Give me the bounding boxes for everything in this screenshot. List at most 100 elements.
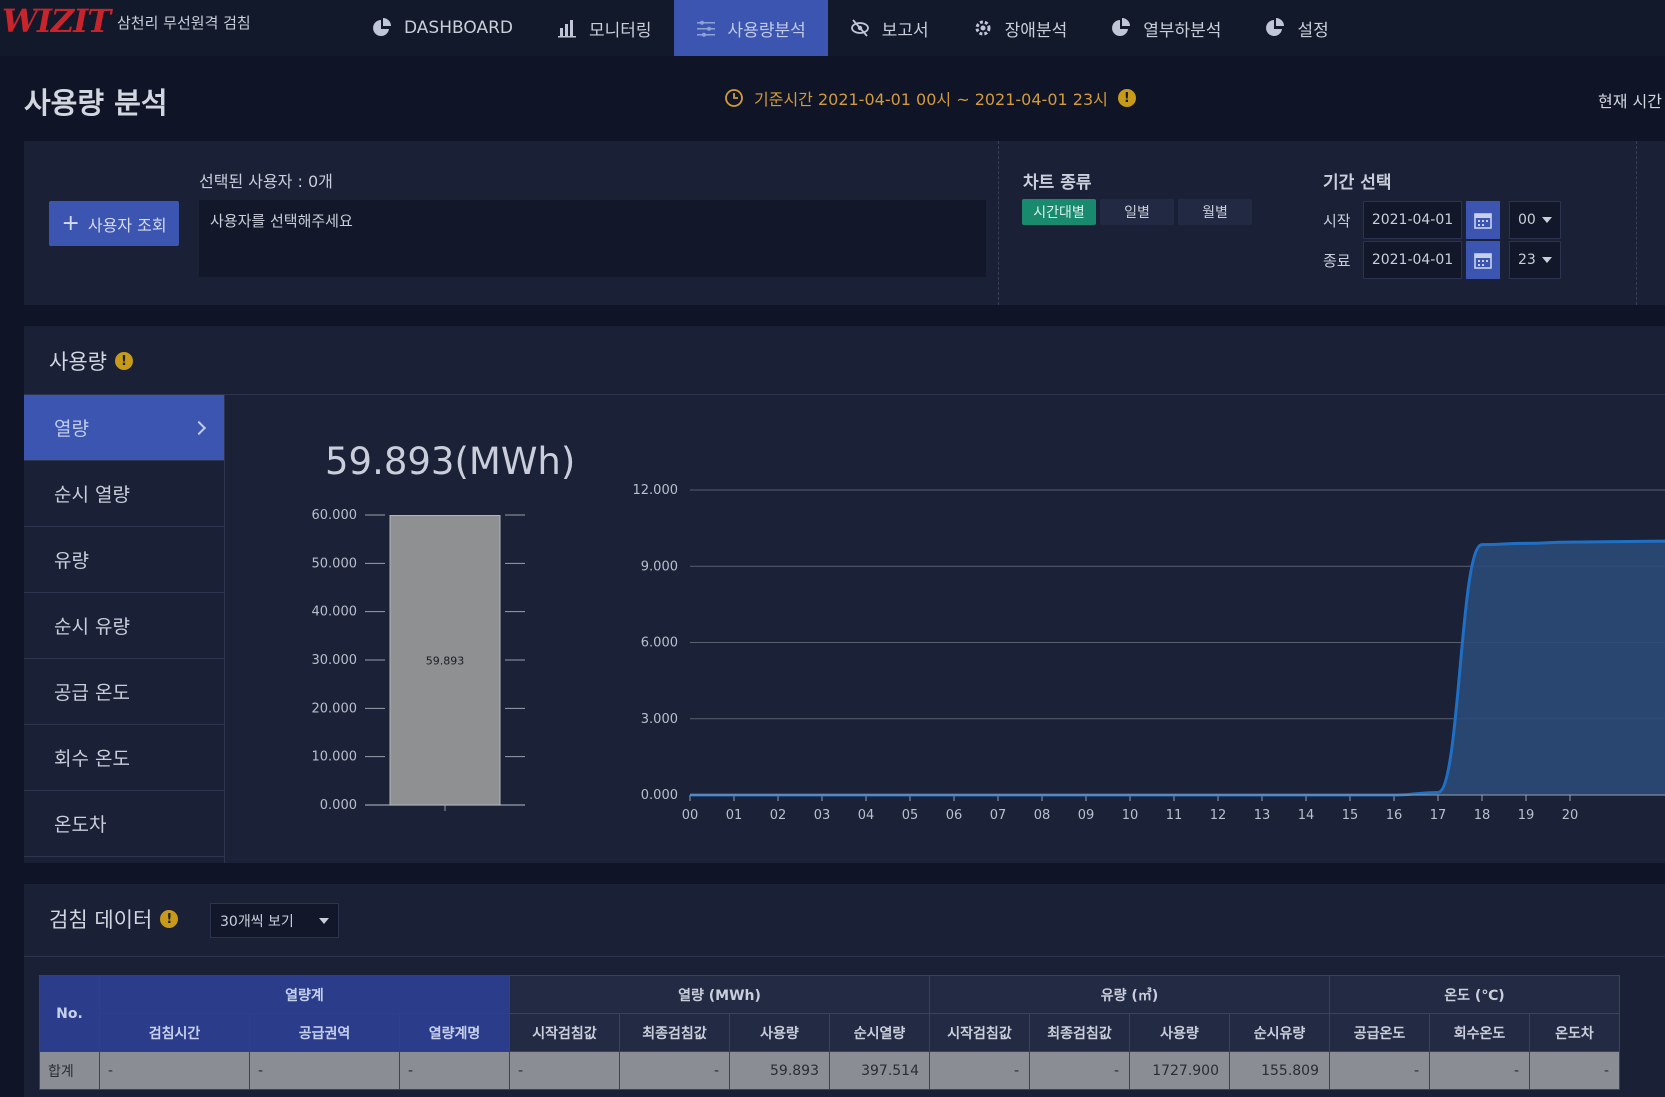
start-hour-select[interactable]: 00 — [1509, 201, 1561, 239]
main-nav: DASHBOARD 모니터링 사용량분석 보고서 장애분석 열부하분석 설정 — [350, 0, 1351, 56]
table-cell: - — [249, 1051, 400, 1090]
y-tick-label: 9.000 — [641, 559, 678, 574]
x-tick-label: 17 — [1430, 808, 1447, 823]
col-supply-area: 공급권역 — [249, 1013, 400, 1052]
table-cell: 1727.900 — [1129, 1051, 1230, 1090]
end-calendar-button[interactable] — [1466, 241, 1500, 279]
table-cell: - — [399, 1051, 510, 1090]
caret-down-icon — [1542, 257, 1552, 263]
x-tick-label: 13 — [1254, 808, 1271, 823]
pie-icon — [1112, 18, 1131, 36]
caret-down-icon — [319, 917, 329, 924]
bar-data-label: 59.893 — [426, 654, 465, 667]
logo[interactable]: WIZIT — [2, 2, 111, 40]
table-cell: - — [509, 1051, 620, 1090]
table-row[interactable]: 합계 - - - - - 59.893 397.514 - - 1727.900… — [39, 1051, 1620, 1090]
gear-icon — [975, 20, 991, 36]
col-temp-diff: 온도차 — [1529, 1013, 1620, 1052]
x-tick-label: 18 — [1474, 808, 1491, 823]
start-calendar-button[interactable] — [1466, 201, 1500, 239]
usage-section-title: 사용량 ! — [49, 346, 133, 376]
y-tick-label: 6.000 — [641, 636, 678, 651]
page-size-select[interactable]: 30개씩 보기 — [210, 903, 339, 938]
metric-heat[interactable]: 열량 — [24, 395, 224, 461]
nav-label: 열부하분석 — [1143, 20, 1222, 41]
info-icon[interactable]: ! — [1117, 89, 1136, 107]
period-label: 기간 선택 — [1323, 173, 1392, 193]
col-instant-flow: 순시유량 — [1229, 1013, 1330, 1052]
sliders-icon — [696, 20, 715, 37]
metric-temp-diff[interactable]: 온도차 — [24, 791, 224, 857]
divider — [24, 956, 1665, 957]
col-supply-temp: 공급온도 — [1329, 1013, 1430, 1052]
pie-icon — [1266, 18, 1285, 36]
col-meter-name: 열량계명 — [399, 1013, 510, 1052]
chart-type-label: 차트 종류 — [1023, 173, 1092, 193]
end-date-input[interactable]: 2021-04-01 — [1363, 241, 1462, 279]
group-heatmeter: 열량계 — [99, 975, 510, 1014]
metric-supply-temp[interactable]: 공급 온도 — [24, 659, 224, 725]
end-hour-select[interactable]: 23 — [1509, 241, 1561, 279]
table-cell: 59.893 — [729, 1051, 830, 1090]
divider — [1636, 141, 1637, 305]
x-tick-label: 05 — [902, 808, 919, 823]
table-cell: 합계 — [39, 1051, 100, 1090]
calendar-icon — [1474, 213, 1492, 229]
metric-label: 열량 — [54, 418, 89, 440]
x-tick-label: 08 — [1034, 808, 1051, 823]
start-date-input[interactable]: 2021-04-01 — [1363, 201, 1462, 239]
nav-settings[interactable]: 설정 — [1243, 0, 1350, 56]
usage-title-text: 사용량 — [49, 350, 107, 374]
start-hour-value: 00 — [1518, 212, 1536, 228]
y-tick-label: 20.000 — [312, 701, 358, 716]
y-tick-label: 50.000 — [312, 556, 358, 571]
nav-fault-analysis[interactable]: 장애분석 — [951, 0, 1090, 56]
nav-dashboard[interactable]: DASHBOARD — [350, 0, 535, 56]
chart-type-daily[interactable]: 일별 — [1100, 199, 1174, 225]
x-tick-label: 01 — [726, 808, 743, 823]
meter-data-panel: 검침 데이터 ! 30개씩 보기 No. 열량계 열량 (MWh) 유량 (㎥)… — [24, 884, 1665, 1097]
nav-label: 사용량분석 — [727, 20, 806, 41]
reference-time: 기준시간 2021-04-01 00시 ~ 2021-04-01 23시 ! — [724, 86, 1136, 110]
hourly-area-chart: 0.000 3.000 6.000 9.000 12.000 00 01 02 03 04 05 06… — [633, 483, 1665, 823]
selected-users-box[interactable]: 사용자를 선택해주세요 — [199, 200, 986, 277]
nav-label: DASHBOARD — [404, 18, 513, 38]
user-search-button[interactable]: + 사용자 조회 — [49, 201, 179, 246]
x-tick-label: 11 — [1166, 808, 1183, 823]
x-tick-label: 16 — [1386, 808, 1403, 823]
metric-return-temp[interactable]: 회수 온도 — [24, 725, 224, 791]
page-title: 사용량 분석 — [24, 86, 168, 120]
y-tick-label: 30.000 — [312, 653, 358, 668]
nav-label: 설정 — [1297, 20, 1329, 41]
table-cell: 155.809 — [1229, 1051, 1330, 1090]
page-size-value: 30개씩 보기 — [220, 913, 294, 930]
metric-label: 공급 온도 — [54, 682, 130, 704]
metric-label: 순시 유량 — [54, 616, 130, 638]
chart-type-monthly[interactable]: 월별 — [1178, 199, 1252, 225]
x-tick-label: 07 — [990, 808, 1007, 823]
nav-heat-load-analysis[interactable]: 열부하분석 — [1089, 0, 1243, 56]
metric-instant-flow[interactable]: 순시 유량 — [24, 593, 224, 659]
nav-report[interactable]: 보고서 — [828, 0, 951, 56]
nav-monitoring[interactable]: 모니터링 — [535, 0, 674, 56]
metric-instant-heat[interactable]: 순시 열량 — [24, 461, 224, 527]
x-tick-label: 19 — [1518, 808, 1535, 823]
end-hour-value: 23 — [1518, 252, 1536, 268]
y-tick-label: 0.000 — [320, 798, 357, 813]
nav-label: 보고서 — [881, 20, 929, 41]
info-icon[interactable]: ! — [114, 352, 133, 370]
col-instant-heat: 순시열량 — [829, 1013, 930, 1052]
chart-type-hourly[interactable]: 시간대별 — [1022, 199, 1096, 225]
col-flow-end: 최종검침값 — [1029, 1013, 1130, 1052]
col-return-temp: 회수온도 — [1429, 1013, 1530, 1052]
table-cell: - — [99, 1051, 250, 1090]
calendar-icon — [1474, 253, 1492, 269]
bar-chart-icon — [557, 20, 576, 38]
metric-label: 유량 — [54, 550, 89, 572]
info-icon[interactable]: ! — [160, 910, 179, 928]
metric-label: 온도차 — [54, 814, 107, 836]
nav-usage-analysis[interactable]: 사용량분석 — [673, 0, 828, 56]
metric-flow[interactable]: 유량 — [24, 527, 224, 593]
x-tick-label: 02 — [770, 808, 787, 823]
x-tick-label: 09 — [1078, 808, 1095, 823]
